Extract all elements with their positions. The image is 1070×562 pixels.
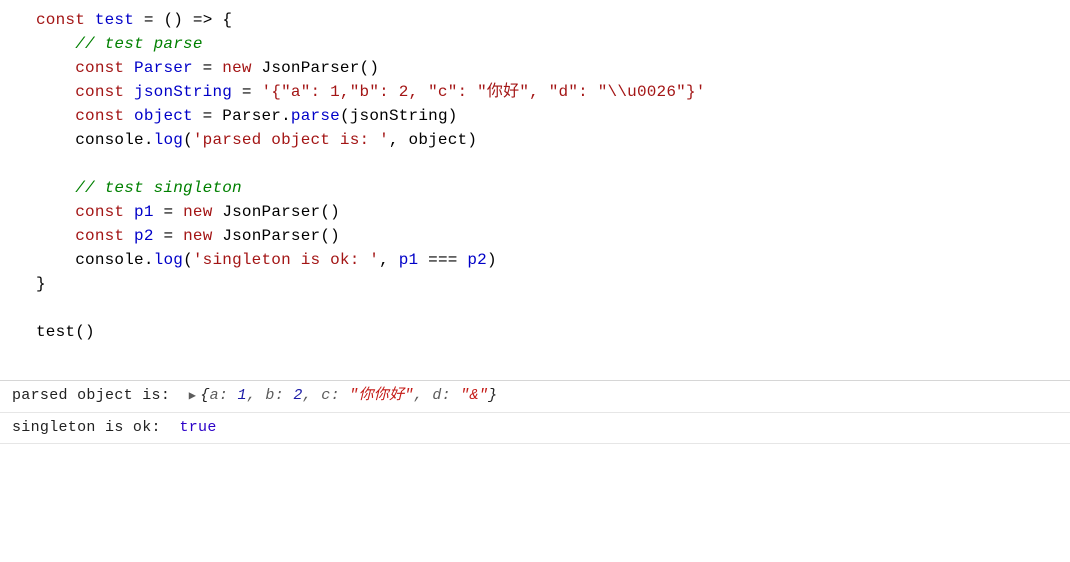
console-label: parsed object is: xyxy=(12,385,189,408)
comment-parse: // test parse xyxy=(75,35,202,53)
console-row-singleton[interactable]: singleton is ok: true xyxy=(0,413,1070,445)
expand-triangle-icon[interactable]: ▶ xyxy=(189,387,197,405)
fn-name: test xyxy=(95,11,134,29)
keyword-const: const xyxy=(36,11,85,29)
console-label: singleton is ok: xyxy=(12,417,179,440)
console-output: parsed object is: ▶ {a: 1, b: 2, c: "你你好… xyxy=(0,380,1070,444)
console-row-parsed[interactable]: parsed object is: ▶ {a: 1, b: 2, c: "你你好… xyxy=(0,381,1070,413)
comment-singleton: // test singleton xyxy=(75,179,242,197)
console-object-preview: {a: 1, b: 2, c: "你你好", d: "&"} xyxy=(200,385,497,408)
console-boolean: true xyxy=(179,417,216,440)
json-string-literal: '{"a": 1,"b": 2, "c": "你好", "d": "\\u002… xyxy=(262,83,706,101)
code-editor: const test = () => { // test parse const… xyxy=(0,0,1070,352)
